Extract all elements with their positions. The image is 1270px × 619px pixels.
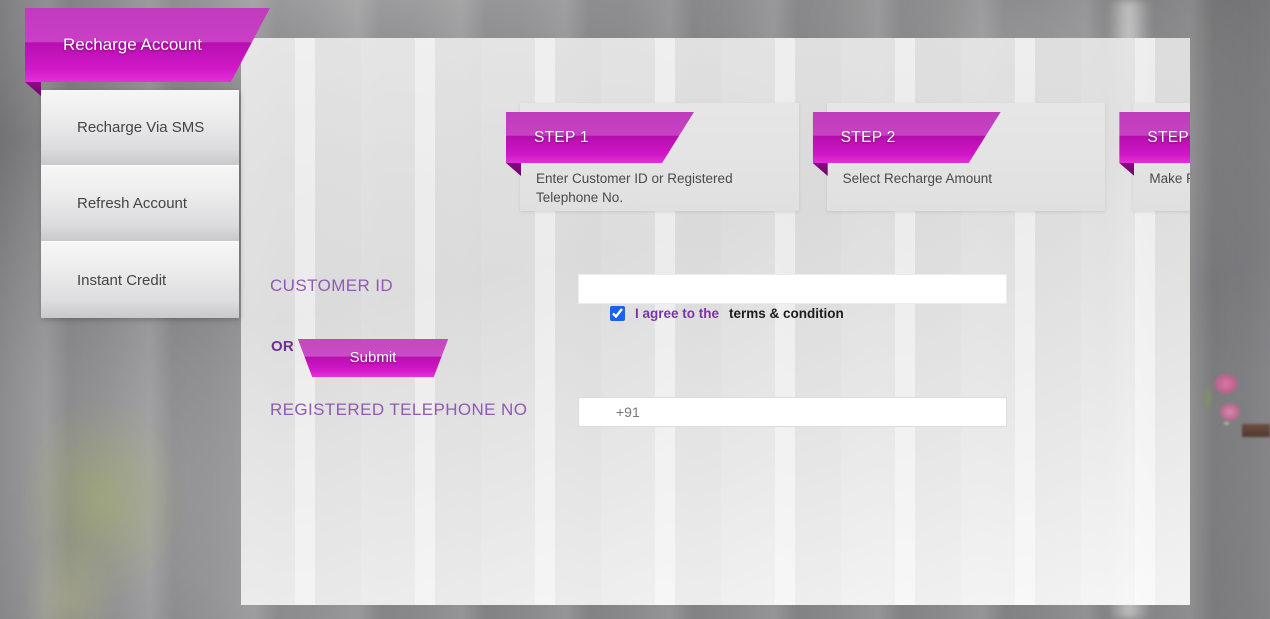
or-separator-label: OR (271, 338, 294, 355)
submit-button[interactable]: Submit (297, 339, 449, 377)
customer-id-input[interactable] (578, 274, 1007, 304)
sidebar-menu: Recharge Via SMS Refresh Account Instant… (41, 90, 239, 318)
sidebar-tab-recharge-account[interactable]: Recharge Account (25, 8, 270, 82)
sidebar: Recharge Account Recharge Via SMS Refres… (25, 8, 273, 318)
sidebar-item-recharge-via-sms[interactable]: Recharge Via SMS (41, 90, 239, 166)
sidebar-item-instant-credit[interactable]: Instant Credit (41, 242, 239, 318)
page-root: STEP 1 Enter Customer ID or Registered T… (0, 0, 1270, 619)
sidebar-item-label: Instant Credit (77, 271, 167, 289)
recharge-form: CUSTOMER ID OR REGISTERED TELEPHONE NO I… (241, 38, 1190, 605)
customer-id-label: CUSTOMER ID (270, 276, 394, 295)
content-panel: STEP 1 Enter Customer ID or Registered T… (241, 38, 1190, 605)
sidebar-item-label: Recharge Via SMS (77, 119, 205, 136)
registered-telephone-label: REGISTERED TELEPHONE NO (270, 400, 528, 419)
terms-and-conditions-link[interactable]: terms & condition (729, 306, 844, 321)
registered-telephone-input[interactable] (578, 397, 1007, 427)
sidebar-item-label: Refresh Account (77, 195, 188, 212)
terms-agreement-checkbox[interactable] (610, 306, 625, 321)
sidebar-item-refresh-account[interactable]: Refresh Account (41, 166, 239, 242)
terms-agreement-row: I agree to the terms & condition (610, 306, 844, 321)
terms-label-primary: I agree to the (635, 306, 720, 321)
